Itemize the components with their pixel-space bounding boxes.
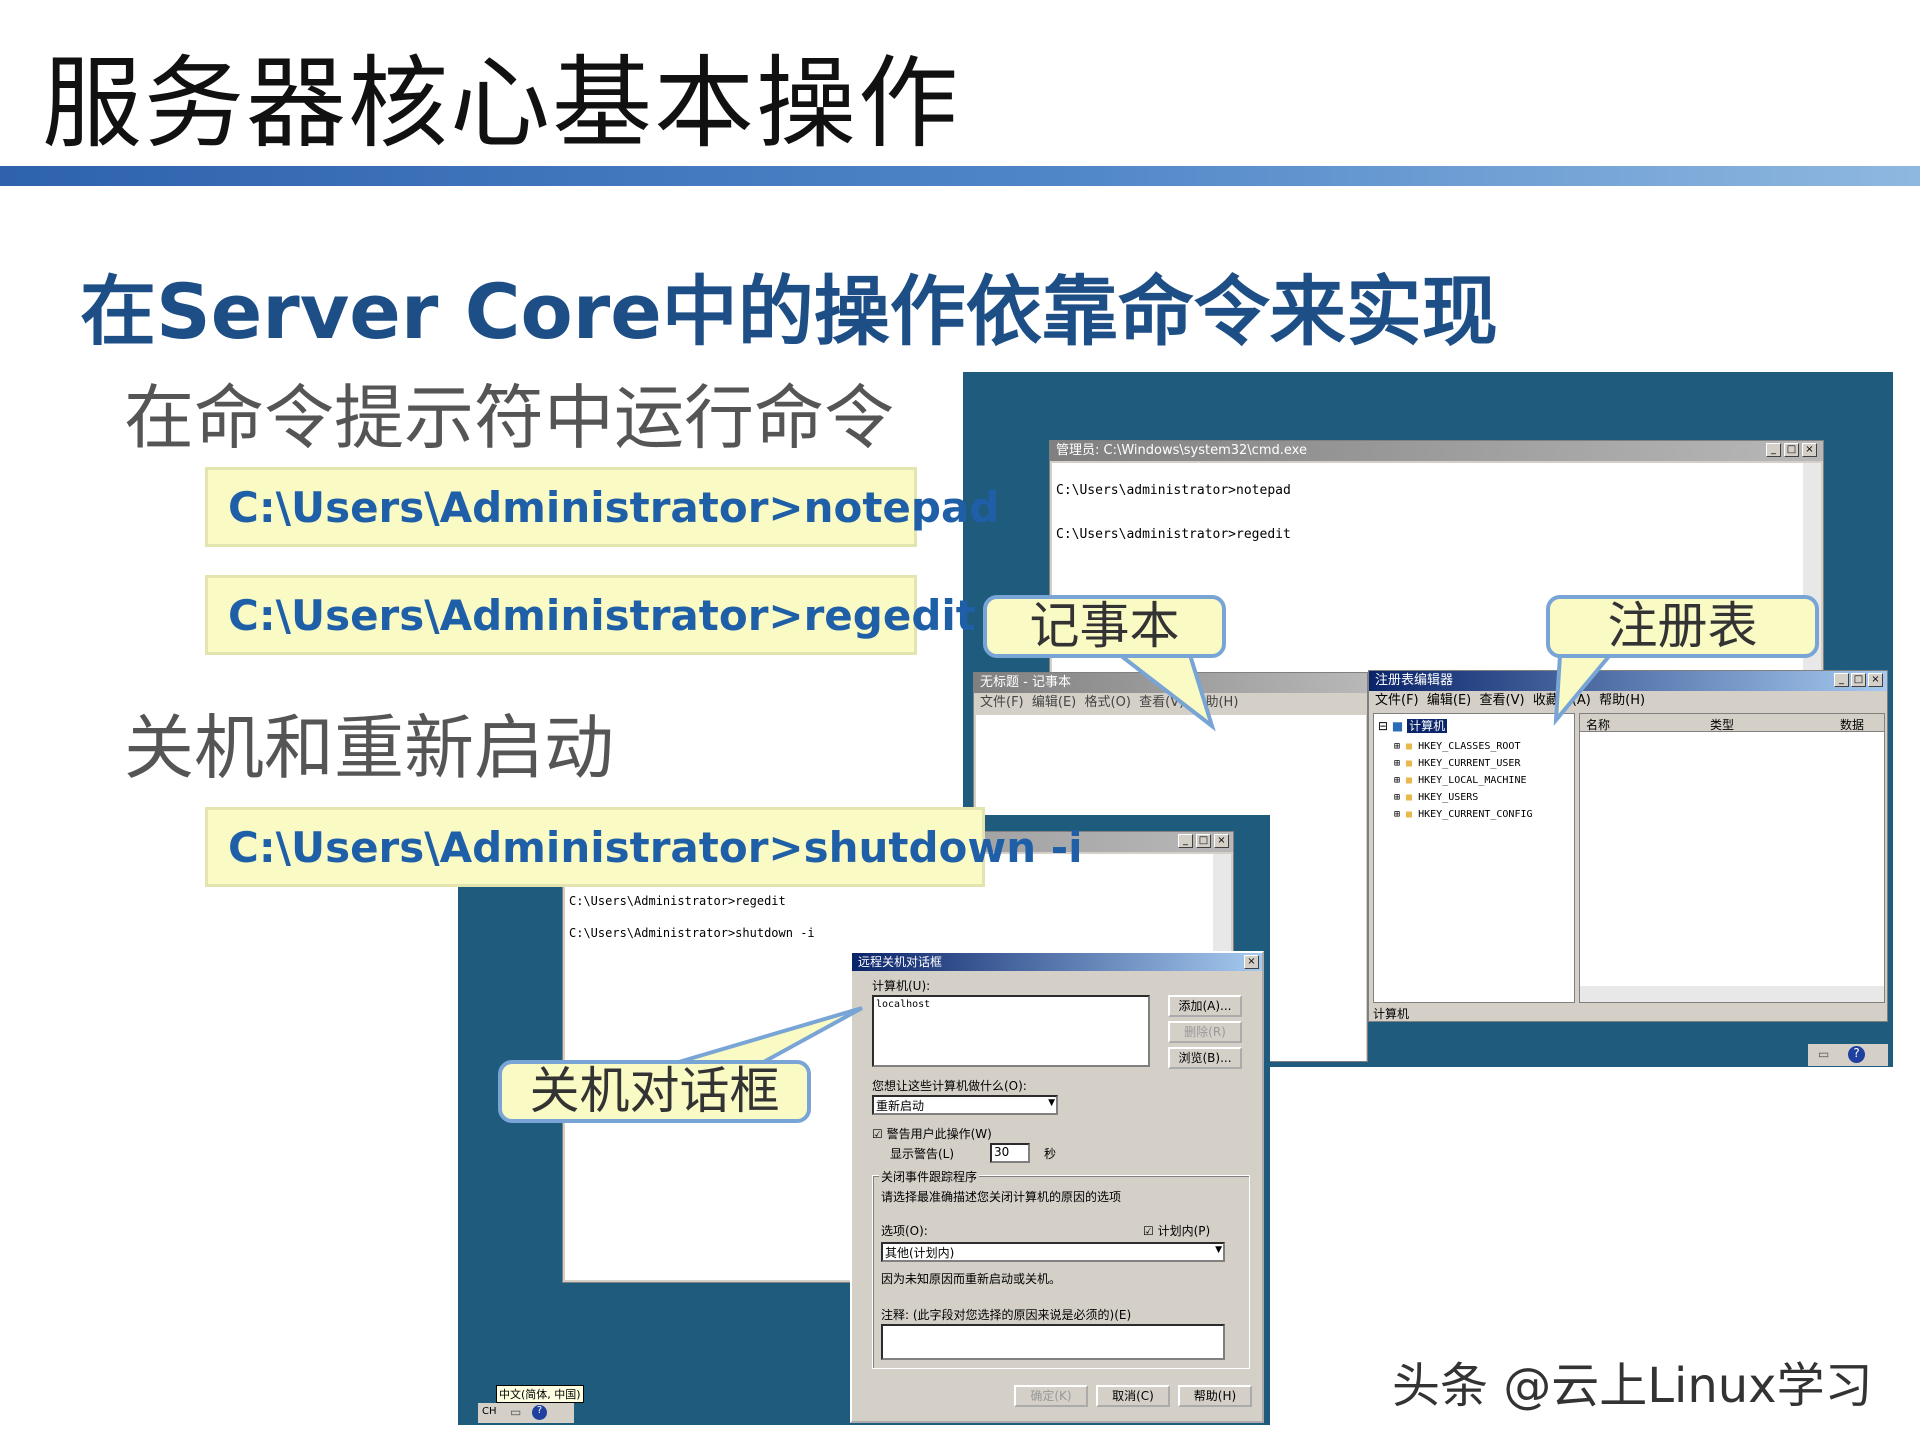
callout-regedit: 注册表 [1546,595,1819,658]
shutdown-callout-pointer [671,1006,863,1066]
watermark: 头条 @云上Linux学习 [1392,1358,1873,1414]
callout-notepad: 记事本 [983,595,1226,658]
notepad-callout-pointer [1114,653,1216,732]
callout-pointers [671,653,1615,1066]
callout-shutdown-dialog: 关机对话框 [498,1060,811,1123]
regedit-callout-pointer [1553,653,1615,726]
